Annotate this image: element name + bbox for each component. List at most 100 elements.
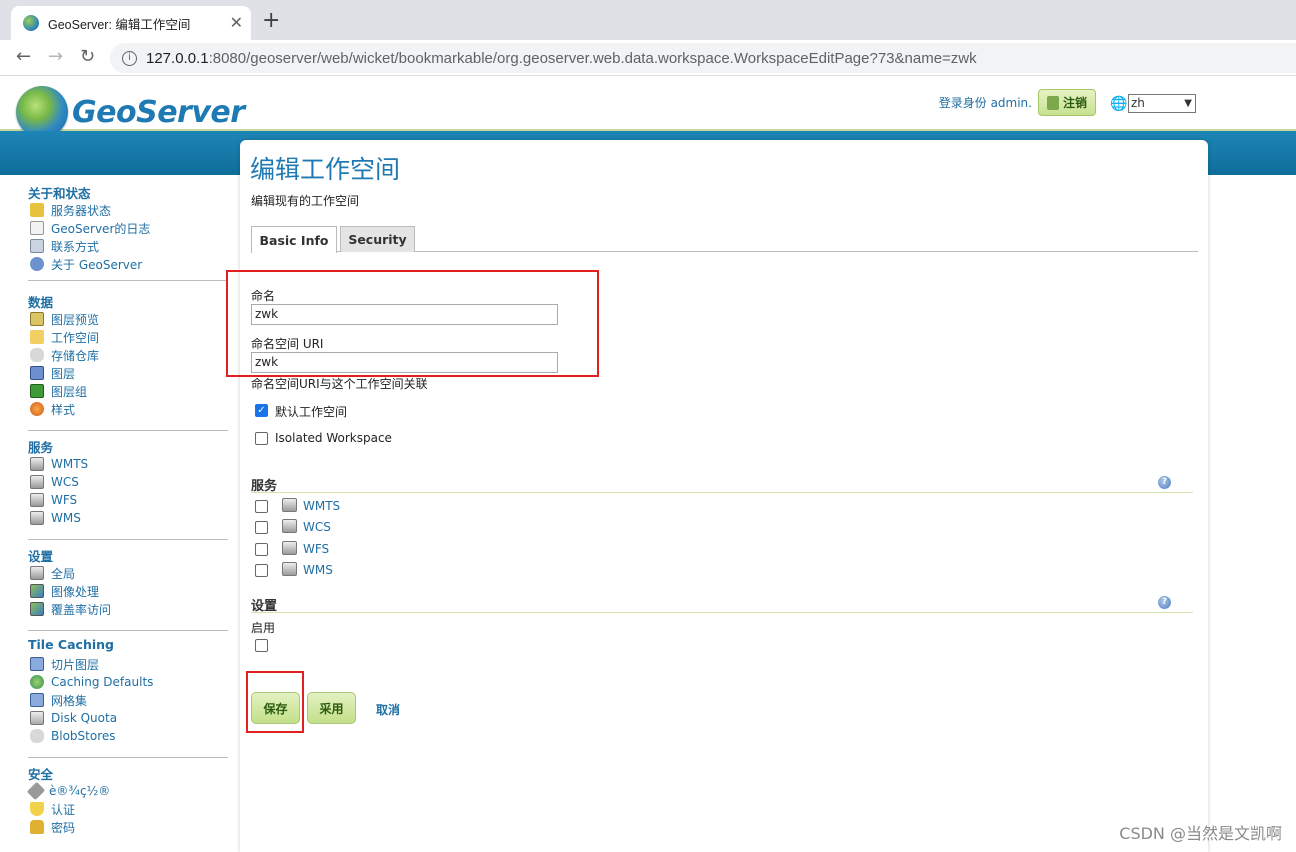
server-icon (30, 475, 44, 489)
wrench-icon (26, 781, 46, 801)
reload-icon[interactable]: ↻ (80, 46, 95, 67)
lock-icon (30, 820, 44, 834)
server-icon (30, 511, 44, 525)
sidebar-item-wmts[interactable]: WMTS (28, 455, 228, 473)
server-icon (282, 519, 297, 533)
server-icon (282, 498, 297, 512)
sidebar-section-title: 设置 (28, 549, 54, 564)
sidebar-item-wms[interactable]: WMS (28, 509, 228, 527)
service-wcs-label[interactable]: WCS (303, 520, 331, 534)
sidebar-item-layer-groups[interactable]: 图层组 (28, 382, 228, 400)
sidebar-item-about[interactable]: 关于 GeoServer (28, 255, 228, 273)
user-area: 登录身份 admin. 注销 (939, 89, 1096, 116)
cancel-link[interactable]: 取消 (376, 701, 400, 718)
sidebar-item-layers[interactable]: 图层 (28, 364, 228, 382)
sidebar-item-server-status[interactable]: 服务器状态 (28, 201, 228, 219)
service-wms-label[interactable]: WMS (303, 563, 333, 577)
grid-icon (30, 657, 44, 671)
document-icon (30, 221, 44, 235)
page-description: 编辑现有的工作空间 (251, 194, 360, 208)
language-select[interactable]: zh ▼ (1128, 94, 1196, 113)
section-divider (251, 492, 1193, 493)
sidebar-item-caching-defaults[interactable]: Caching Defaults (28, 673, 228, 691)
apply-button[interactable]: 采用 (307, 692, 356, 724)
sidebar-divider (28, 757, 228, 758)
service-wcs-checkbox[interactable] (255, 521, 268, 534)
sidebar-item-contact[interactable]: 联系方式 (28, 237, 228, 255)
default-workspace-label: 默认工作空间 (275, 405, 348, 419)
sidebar-section-title: 服务 (28, 440, 54, 455)
enable-settings-label: 启用 (251, 621, 276, 635)
namespace-uri-hint: 命名空间URI与这个工作空间关联 (251, 377, 428, 391)
sidebar-item-global[interactable]: 全局 (28, 564, 228, 582)
chevron-down-icon: ▼ (1184, 98, 1192, 109)
sidebar-divider (28, 539, 228, 540)
language-value: zh (1131, 96, 1145, 110)
tab-title: GeoServer: 编辑工作空间 (48, 17, 191, 32)
main-panel: 编辑工作空间 编辑现有的工作空间 Basic Info Security 命名 … (240, 140, 1208, 852)
highlight-box-save (246, 671, 304, 733)
tab-security[interactable]: Security (340, 226, 415, 252)
server-icon (30, 457, 44, 471)
service-wfs-label[interactable]: WFS (303, 542, 329, 556)
sidebar-divider (28, 280, 228, 281)
browser-tabstrip: GeoServer: 编辑工作空间 ✕ + (0, 0, 1296, 40)
sidebar-item-layer-preview[interactable]: 图层预览 (28, 310, 228, 328)
sidebar-item-logs[interactable]: GeoServer的日志 (28, 219, 228, 237)
sidebar-item-workspaces[interactable]: 工作空间 (28, 328, 228, 346)
sidebar-item-blobstores[interactable]: BlobStores (28, 727, 228, 745)
isolated-workspace-checkbox[interactable] (255, 432, 268, 445)
browser-tab[interactable]: GeoServer: 编辑工作空间 ✕ (11, 6, 251, 40)
back-icon[interactable]: ← (16, 46, 31, 67)
sidebar-section-about: 关于和状态 服务器状态 GeoServer的日志 联系方式 关于 GeoServ… (28, 183, 228, 273)
address-bar[interactable]: i 127.0.0.1:8080/geoserver/web/wicket/bo… (110, 43, 1296, 73)
service-wmts-checkbox[interactable] (255, 500, 268, 513)
sidebar-item-passwords[interactable]: 密码 (28, 818, 228, 836)
url-text: 127.0.0.1:8080/geoserver/web/wicket/book… (146, 49, 977, 67)
tab-bar: Basic Info Security (251, 226, 1198, 253)
sidebar-item-tile-layers[interactable]: 切片图层 (28, 655, 228, 673)
settings-help-icon[interactable]: ? (1158, 596, 1171, 609)
close-tab-icon[interactable]: ✕ (230, 13, 243, 32)
contact-card-icon (30, 239, 44, 253)
layer-icon (30, 366, 44, 380)
default-workspace-checkbox[interactable]: ✓ (255, 404, 268, 417)
logout-button[interactable]: 注销 (1037, 89, 1096, 116)
warning-icon (30, 203, 44, 217)
forward-icon[interactable]: → (48, 46, 63, 67)
sidebar-item-coverage-access[interactable]: 覆盖率访问 (28, 600, 228, 618)
map-preview-icon (30, 312, 44, 326)
language-globe-icon: 🌐 (1110, 96, 1128, 112)
logout-label: 注销 (1062, 96, 1087, 110)
disk-icon (30, 711, 44, 725)
service-wmts-label[interactable]: WMTS (303, 499, 340, 513)
help-icon (30, 257, 44, 271)
database-icon (30, 348, 44, 362)
shield-icon (30, 802, 44, 816)
globe-icon (30, 675, 44, 689)
enable-settings-checkbox[interactable] (255, 639, 268, 652)
sidebar-item-wfs[interactable]: WFS (28, 491, 228, 509)
sidebar-item-image-processing[interactable]: 图像处理 (28, 582, 228, 600)
server-icon (282, 541, 297, 555)
palette-icon (30, 402, 44, 416)
sidebar-section-services: 服务 WMTS WCS WFS WMS (28, 437, 228, 527)
service-wfs-checkbox[interactable] (255, 543, 268, 556)
sidebar-item-wcs[interactable]: WCS (28, 473, 228, 491)
database-icon (30, 729, 44, 743)
new-tab-button[interactable]: + (262, 8, 280, 33)
watermark: CSDN @当然是文凯啊 (1119, 824, 1282, 843)
services-help-icon[interactable]: ? (1158, 476, 1171, 489)
site-info-icon[interactable]: i (122, 50, 137, 66)
sidebar-item-stores[interactable]: 存储仓库 (28, 346, 228, 364)
sidebar-item-authentication[interactable]: 认证 (28, 800, 228, 818)
service-wms-checkbox[interactable] (255, 564, 268, 577)
sidebar-section-title: Tile Caching (28, 637, 114, 652)
tab-basic-info[interactable]: Basic Info (251, 226, 337, 253)
sidebar-item-styles[interactable]: 样式 (28, 400, 228, 418)
sidebar-item-security-settings[interactable]: è®¾ç½® (26, 781, 228, 801)
sidebar-item-gridsets[interactable]: 网格集 (28, 691, 228, 709)
sidebar-section-tile-caching: Tile Caching 切片图层 Caching Defaults 网格集 D… (28, 637, 228, 745)
sidebar-item-disk-quota[interactable]: Disk Quota (28, 709, 228, 727)
sidebar-section-title: 关于和状态 (28, 186, 91, 201)
